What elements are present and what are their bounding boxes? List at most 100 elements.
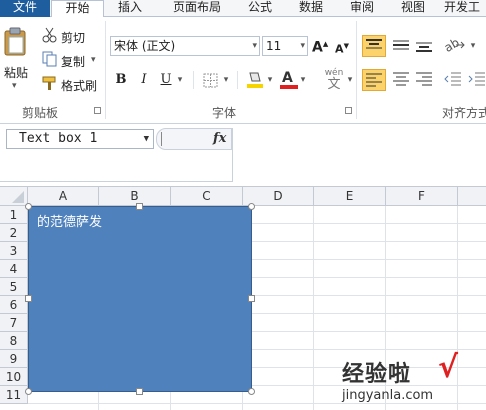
column-header-b[interactable]: B (99, 187, 171, 206)
watermark-title: 经验啦 (342, 362, 412, 387)
font-name-value: 宋体 (正文) (114, 39, 176, 53)
row-header-11[interactable]: 11 (0, 386, 28, 404)
column-header-c[interactable]: C (171, 187, 243, 206)
paste-dropdown-icon[interactable]: ▾ (12, 81, 17, 91)
tab-file[interactable]: 文件 (0, 0, 50, 17)
align-middle-button[interactable] (390, 35, 412, 57)
text-box-content[interactable]: 的范德萨发 (37, 211, 102, 230)
tab-page-layout[interactable]: 页面布局 (160, 0, 234, 17)
ribbon-tab-strip: 文件 开始 插入 页面布局 公式 数据 审阅 视图 开发工 (0, 0, 486, 19)
splitter-handle-icon[interactable] (161, 132, 170, 146)
tab-data[interactable]: 数据 (288, 0, 334, 17)
scissors-icon[interactable] (42, 27, 58, 43)
align-left-icon (366, 73, 382, 87)
column-header-a[interactable]: A (28, 187, 99, 206)
grow-font-icon[interactable]: A▲ (312, 36, 328, 56)
chevron-down-icon[interactable]: ▼ (144, 130, 149, 148)
resize-handle-bottom-left[interactable] (25, 388, 32, 395)
cut-button-label[interactable]: 剪切 (61, 29, 85, 46)
fill-color-dropdown-icon[interactable]: ▾ (266, 72, 274, 88)
text-box-shape[interactable]: 的范德萨发 (28, 206, 252, 392)
row-header-9[interactable]: 9 (0, 350, 28, 368)
resize-handle-right[interactable] (248, 295, 255, 302)
select-all-icon (12, 191, 24, 203)
column-header-e[interactable]: E (314, 187, 386, 206)
clipboard-group-label: 剪贴板 (22, 106, 59, 120)
border-dropdown-icon[interactable]: ▾ (222, 72, 230, 88)
gridline (313, 206, 314, 410)
copy-icon[interactable] (42, 51, 58, 67)
underline-button[interactable]: U (159, 72, 173, 88)
row-header-2[interactable]: 2 (0, 224, 28, 242)
align-bottom-button[interactable] (413, 35, 435, 57)
align-center-icon (393, 72, 409, 86)
tab-view[interactable]: 视图 (390, 0, 436, 17)
insert-function-button[interactable]: fx (213, 131, 226, 146)
row-header-5[interactable]: 5 (0, 278, 28, 296)
column-header-partial[interactable] (458, 187, 486, 206)
font-color-dropdown-icon[interactable]: ▾ (299, 72, 307, 88)
formula-input[interactable] (232, 128, 486, 182)
align-right-button[interactable] (413, 69, 435, 91)
tab-developer[interactable]: 开发工 (444, 0, 486, 17)
bold-button[interactable]: B (114, 72, 128, 88)
resize-handle-bottom[interactable] (136, 388, 143, 395)
ribbon: 粘贴 ▾ 剪切 复制 ▾ 格式刷 剪贴板 宋体 (正文) ▾ 11 ▾ A▲ A… (0, 17, 486, 124)
align-top-button[interactable] (362, 35, 386, 57)
paste-icon (4, 27, 26, 56)
decrease-indent-icon (444, 72, 461, 86)
align-center-button[interactable] (390, 69, 412, 91)
font-color-icon: A (282, 70, 293, 86)
align-left-button[interactable] (362, 69, 386, 91)
italic-button[interactable]: I (137, 72, 151, 88)
font-size-select[interactable]: 11 ▾ (262, 36, 308, 56)
tab-formulas[interactable]: 公式 (238, 0, 282, 17)
copy-dropdown-icon[interactable]: ▾ (91, 55, 96, 65)
formula-bar: Text box 1 ▼ fx (0, 124, 486, 186)
paste-button[interactable] (2, 25, 28, 57)
column-header-f[interactable]: F (386, 187, 458, 206)
resize-handle-top[interactable] (136, 203, 143, 210)
chevron-down-icon: ▾ (300, 41, 305, 51)
tab-review[interactable]: 审阅 (340, 0, 384, 17)
font-color-button[interactable]: A (280, 70, 298, 90)
orientation-dropdown-icon[interactable]: ▾ (469, 38, 477, 54)
divider (237, 71, 238, 89)
increase-indent-icon (468, 72, 485, 86)
orientation-button[interactable]: ab (442, 35, 468, 57)
row-header-6[interactable]: 6 (0, 296, 28, 314)
row-header-1[interactable]: 1 (0, 206, 28, 224)
orientation-icon: ab (442, 35, 465, 55)
name-box[interactable]: Text box 1 ▼ (6, 129, 154, 149)
resize-handle-top-left[interactable] (25, 203, 32, 210)
fill-color-icon[interactable] (246, 70, 264, 90)
border-icon[interactable] (203, 73, 219, 89)
column-header-row: A B C D E F (0, 186, 486, 206)
clipboard-dialog-launcher-icon[interactable] (94, 107, 101, 114)
row-header-4[interactable]: 4 (0, 260, 28, 278)
copy-button-label[interactable]: 复制 (61, 53, 85, 70)
resize-handle-left[interactable] (25, 295, 32, 302)
paste-label: 粘贴 (4, 66, 29, 80)
shrink-font-icon[interactable]: A▼ (334, 38, 350, 58)
resize-handle-top-right[interactable] (248, 203, 255, 210)
watermark-url: jingyanla.com (342, 388, 434, 403)
phonetic-dropdown-icon[interactable]: ▾ (346, 72, 354, 88)
formula-buttons-area: fx (156, 128, 232, 150)
format-painter-label[interactable]: 格式刷 (61, 77, 97, 94)
tab-insert[interactable]: 插入 (106, 0, 154, 17)
row-header-7[interactable]: 7 (0, 314, 28, 332)
row-header-3[interactable]: 3 (0, 242, 28, 260)
resize-handle-bottom-right[interactable] (248, 388, 255, 395)
select-all-corner[interactable] (0, 187, 28, 206)
underline-dropdown-icon[interactable]: ▾ (176, 72, 184, 88)
decrease-indent-button[interactable] (442, 69, 464, 91)
row-header-10[interactable]: 10 (0, 368, 28, 386)
font-dialog-launcher-icon[interactable] (345, 107, 352, 114)
format-painter-icon[interactable] (42, 75, 58, 91)
font-name-select[interactable]: 宋体 (正文) ▾ (110, 36, 260, 56)
checkmark-icon: √ (438, 350, 459, 385)
phonetic-guide-icon[interactable]: wén 文 (322, 69, 346, 92)
row-header-8[interactable]: 8 (0, 332, 28, 350)
increase-indent-button[interactable] (466, 69, 486, 91)
